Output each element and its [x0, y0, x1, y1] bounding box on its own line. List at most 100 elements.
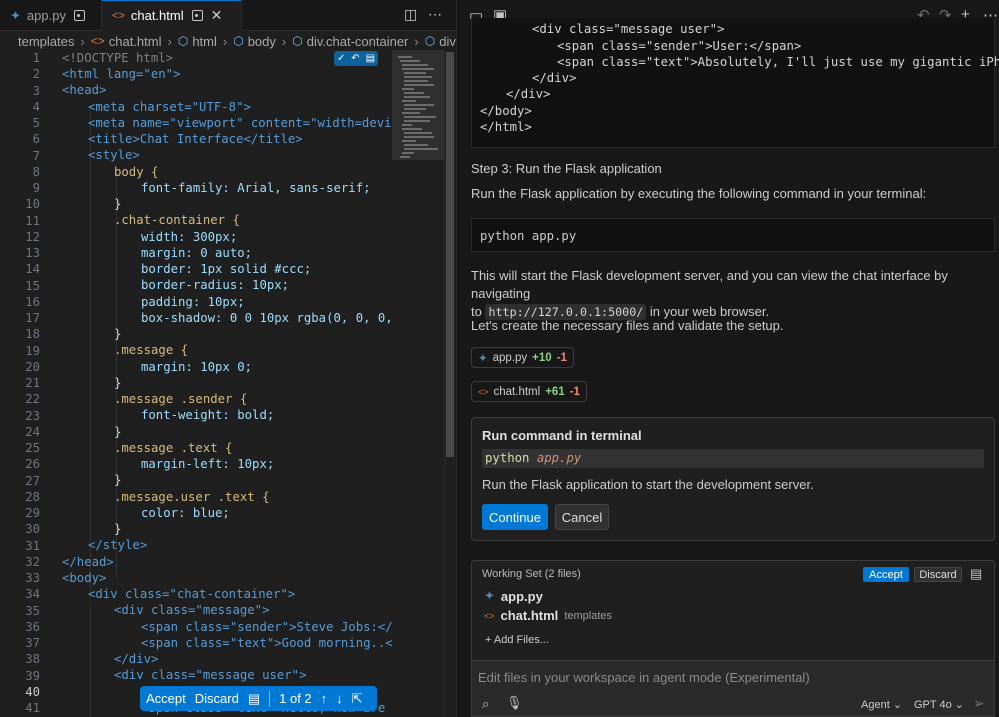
breadcrumb-item[interactable]: body	[248, 34, 276, 49]
code-line: <span class="sender">Steve Jobs:</span	[141, 620, 392, 634]
mode-picker[interactable]: Agent ⌄	[861, 698, 902, 711]
file-dir: templates	[564, 609, 613, 622]
code-line: <style>	[88, 148, 140, 162]
code-line: </div>	[506, 87, 551, 101]
line-number: 32	[25, 554, 40, 569]
divider	[269, 690, 271, 707]
command-preview: python app.py	[482, 449, 984, 468]
line-number: 19	[25, 343, 40, 358]
continue-button[interactable]: Continue	[482, 504, 548, 530]
breadcrumb-item[interactable]: div.r	[439, 34, 456, 49]
run-command-card: Run command in terminal python app.py Ru…	[471, 417, 995, 541]
html-icon: <>	[478, 386, 489, 397]
code-line: <div class="chat-container">	[88, 587, 296, 601]
working-file-item[interactable]: <> chat.html templates	[484, 608, 612, 623]
code-line: }	[114, 473, 122, 487]
chevron-right-icon: ›	[167, 33, 172, 49]
arrow-up-icon[interactable]: ↑	[321, 691, 328, 706]
chevron-down-icon: ⌄	[954, 699, 964, 711]
open-diff-icon[interactable]: ⇱	[352, 691, 363, 707]
code-line: </html>	[480, 120, 532, 134]
chat-input-box[interactable]: Edit files in your workspace in agent mo…	[471, 660, 995, 717]
minimap-viewport[interactable]	[392, 50, 444, 160]
inline-diff-actions: ✓ ↶ ▤	[334, 51, 378, 66]
close-icon[interactable]: ✕	[211, 7, 223, 24]
arrow-down-icon[interactable]: ↓	[336, 691, 343, 706]
mic-icon[interactable]: 🎙	[506, 695, 523, 711]
accept-all-button[interactable]: Accept	[863, 567, 909, 582]
code-line: font-weight: bold;	[141, 408, 275, 422]
line-number: 15	[25, 278, 40, 293]
breadcrumb: templates › <> chat.html › ⬡ html › ⬡ body › ⬡ d…	[0, 31, 456, 51]
code-line: box-shadow: 0 0 10px rgba(0, 0, 0, 0	[141, 311, 392, 325]
undo-icon[interactable]: ↶	[351, 53, 359, 64]
tab-label: app.py	[26, 8, 66, 23]
discard-all-button[interactable]: Discard	[914, 567, 962, 582]
file-change-chip[interactable]: <> chat.html +61 -1	[471, 381, 587, 402]
tab-app-py[interactable]: ✦ app.py	[0, 0, 102, 31]
breadcrumb-item[interactable]: templates	[18, 34, 74, 49]
line-number: 6	[32, 132, 40, 147]
scrollbar-thumb[interactable]	[446, 52, 454, 457]
line-number: 14	[25, 262, 40, 277]
code-line: </style>	[88, 538, 148, 552]
line-number: 24	[25, 424, 40, 439]
line-number: 7	[32, 148, 40, 163]
breadcrumb-item[interactable]: div.chat-container	[307, 34, 409, 49]
code-editor[interactable]: 1 2 3 4 5 6 7 8 9 10 11 12 13 14 15 16 17 18 19 20 21 22 23 24 2…	[0, 50, 392, 717]
cancel-button[interactable]: Cancel	[555, 504, 609, 530]
line-number: 39	[25, 668, 40, 683]
lines-added: +10	[532, 351, 552, 364]
tab-chat-html[interactable]: <> chat.html ✕	[102, 0, 242, 31]
line-number: 21	[25, 376, 40, 390]
line-number: 40	[25, 684, 40, 699]
python-icon: ✦	[478, 352, 488, 365]
line-number: 26	[25, 457, 40, 472]
model-picker[interactable]: GPT 4o ⌄	[914, 698, 964, 711]
command-block: python app.py	[471, 218, 995, 252]
code-line: }	[114, 327, 122, 341]
code-line: <!DOCTYPE html>	[62, 51, 174, 65]
code-line: <html lang="en">	[62, 67, 181, 81]
lines-removed: -1	[569, 385, 580, 398]
check-icon[interactable]: ✓	[337, 53, 345, 64]
code-line: <span class="sender">User:</span>	[557, 39, 802, 53]
file-icon[interactable]: ▤	[366, 53, 375, 64]
line-number: 20	[25, 359, 40, 374]
breadcrumb-item[interactable]: chat.html	[109, 34, 162, 49]
code-line: </div>	[114, 652, 159, 666]
file-diff-icon[interactable]: ▤	[248, 691, 260, 707]
line-number: 31	[25, 538, 40, 553]
working-file-item[interactable]: ✦ app.py	[484, 588, 543, 604]
chevron-down-icon: ⌄	[892, 699, 903, 711]
breadcrumb-item[interactable]: html	[192, 34, 217, 49]
line-number: 18	[25, 327, 40, 342]
indent-guide	[90, 108, 91, 598]
code-line: border: 1px solid #ccc;	[141, 262, 312, 276]
code-line: margin: 0 auto;	[141, 246, 253, 260]
chat-input-placeholder[interactable]: Edit files in your workspace in agent mo…	[478, 670, 810, 685]
lines-added: +61	[545, 385, 565, 398]
line-number: 1	[32, 51, 40, 65]
open-changes-icon[interactable]: ▤	[970, 566, 982, 582]
command-keyword: python	[485, 451, 530, 465]
more-actions-icon[interactable]: ⋯	[428, 6, 442, 23]
add-files-button[interactable]: + Add Files...	[485, 634, 549, 646]
html-icon: <>	[112, 9, 125, 22]
file-name: chat.html	[500, 608, 559, 623]
send-icon[interactable]: ➢	[973, 695, 985, 712]
code-line: </body>	[480, 104, 532, 118]
cube-icon: ⬡	[424, 34, 436, 48]
accept-button[interactable]: Accept	[146, 691, 186, 706]
discard-button[interactable]: Discard	[195, 691, 239, 706]
line-number: 3	[32, 83, 40, 98]
line-number: 8	[32, 164, 40, 179]
attach-icon[interactable]: ⌕	[482, 696, 489, 712]
code-line: margin-left: 10px;	[141, 457, 275, 471]
code-block: <div class="message user"> <span class="…	[471, 18, 999, 148]
line-number: 41	[25, 701, 40, 715]
code-line: }	[114, 376, 122, 390]
line-number: 36	[25, 619, 40, 634]
file-change-chip[interactable]: ✦ app.py +10 -1	[471, 347, 574, 368]
split-editor-icon[interactable]: ◫	[404, 6, 417, 23]
